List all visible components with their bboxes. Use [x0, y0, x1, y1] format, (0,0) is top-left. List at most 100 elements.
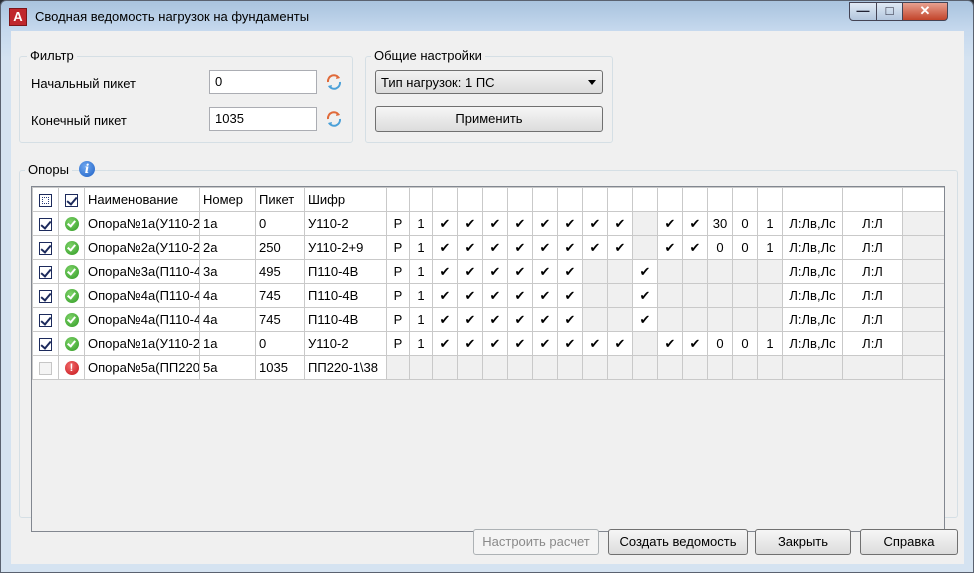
table-cell[interactable]: Р — [386, 331, 410, 356]
table-cell[interactable] — [657, 307, 683, 332]
row-checkbox[interactable] — [39, 218, 52, 232]
table-cell[interactable] — [532, 355, 558, 380]
table-cell[interactable] — [582, 355, 608, 380]
check-mark-cell[interactable]: ✔ — [482, 331, 508, 356]
check-mark-cell[interactable]: ✔ — [582, 235, 608, 260]
refresh-icon[interactable] — [325, 73, 343, 91]
table-cell[interactable] — [482, 355, 508, 380]
cell-picket[interactable]: 1035 — [255, 355, 305, 380]
table-cell[interactable] — [607, 355, 633, 380]
table-cell[interactable] — [757, 259, 783, 284]
cell-picket[interactable]: 745 — [255, 307, 305, 332]
check-mark-cell[interactable]: ✔ — [432, 259, 458, 284]
table-cell[interactable] — [782, 355, 843, 380]
status-header[interactable] — [58, 187, 85, 212]
check-mark-cell[interactable]: ✔ — [607, 235, 633, 260]
check-mark-cell[interactable]: ✔ — [582, 211, 608, 236]
check-mark-cell[interactable]: ✔ — [632, 307, 658, 332]
check-mark-cell[interactable]: ✔ — [457, 259, 483, 284]
cell-number[interactable]: 4а — [199, 283, 256, 308]
check-mark-cell[interactable]: ✔ — [432, 331, 458, 356]
table-cell[interactable]: 30 — [707, 211, 733, 236]
table-cell[interactable]: Л:Л — [842, 211, 903, 236]
table-cell[interactable]: Л:Лв,Лс — [782, 307, 843, 332]
refresh-icon[interactable] — [325, 110, 343, 128]
cell-code[interactable]: У110-2 — [304, 331, 387, 356]
cell-number[interactable]: 2а — [199, 235, 256, 260]
cell-number[interactable]: 1а — [199, 331, 256, 356]
table-cell[interactable] — [632, 235, 658, 260]
check-mark-cell[interactable]: ✔ — [482, 235, 508, 260]
check-mark-cell[interactable]: ✔ — [557, 235, 583, 260]
check-mark-cell[interactable]: ✔ — [682, 235, 708, 260]
help-button[interactable]: Справка — [860, 529, 958, 555]
column-header-code[interactable]: Шифр — [304, 187, 387, 212]
cell-code[interactable]: П110-4В — [304, 259, 387, 284]
cell-code[interactable]: П110-4В — [304, 307, 387, 332]
check-mark-cell[interactable]: ✔ — [457, 235, 483, 260]
check-mark-cell[interactable]: ✔ — [432, 283, 458, 308]
check-mark-cell[interactable]: ✔ — [482, 283, 508, 308]
check-mark-cell[interactable]: ✔ — [507, 307, 533, 332]
table-cell[interactable] — [386, 355, 410, 380]
check-mark-cell[interactable]: ✔ — [482, 307, 508, 332]
table-row[interactable]: Опора№3а(П110-4В)3а495П110-4ВР1✔✔✔✔✔✔✔Л:… — [32, 259, 944, 284]
table-cell[interactable] — [902, 355, 944, 380]
start-picket-input[interactable]: 0 — [209, 70, 317, 94]
table-cell[interactable] — [657, 259, 683, 284]
check-mark-cell[interactable]: ✔ — [532, 283, 558, 308]
cell-name[interactable]: Опора№5а(ПП220-1\38) — [84, 355, 200, 380]
table-cell[interactable] — [632, 211, 658, 236]
table-cell[interactable]: Р — [386, 259, 410, 284]
table-row[interactable]: Опора№1а(У110-2) 1а 0 У110-2 Р 1 ✔ ✔ ✔ ✔ ✔ ✔ ✔ ✔ ✔ ✔ 30 0… — [32, 211, 944, 236]
check-mark-cell[interactable]: ✔ — [457, 307, 483, 332]
row-checkbox[interactable] — [39, 314, 52, 328]
check-mark-cell[interactable]: ✔ — [457, 211, 483, 236]
check-mark-cell[interactable]: ✔ — [507, 235, 533, 260]
table-cell[interactable] — [557, 355, 583, 380]
table-cell[interactable] — [842, 355, 903, 380]
check-mark-cell[interactable]: ✔ — [657, 211, 683, 236]
cell-name[interactable]: Опора№3а(П110-4В) — [84, 259, 200, 284]
table-cell[interactable] — [707, 307, 733, 332]
table-cell[interactable]: 0 — [732, 235, 758, 260]
table-cell[interactable] — [582, 259, 608, 284]
check-mark-cell[interactable]: ✔ — [457, 283, 483, 308]
cell-code[interactable]: П110-4В — [304, 283, 387, 308]
table-cell[interactable] — [707, 355, 733, 380]
cell-name[interactable]: Опора№4а(П110-4В) — [84, 307, 200, 332]
table-cell[interactable]: Л:Л — [842, 331, 903, 356]
select-all-header[interactable] — [32, 187, 59, 212]
column-header-number[interactable]: Номер — [199, 187, 256, 212]
table-cell[interactable] — [902, 283, 944, 308]
row-select-cell[interactable] — [32, 283, 59, 308]
table-cell[interactable]: 0 — [707, 331, 733, 356]
table-cell[interactable]: 0 — [732, 211, 758, 236]
check-mark-cell[interactable]: ✔ — [532, 235, 558, 260]
check-mark-cell[interactable]: ✔ — [682, 211, 708, 236]
cell-picket[interactable]: 495 — [255, 259, 305, 284]
table-cell[interactable]: 1 — [409, 235, 433, 260]
cell-number[interactable]: 1а — [199, 211, 256, 236]
table-cell[interactable] — [657, 355, 683, 380]
check-mark-cell[interactable]: ✔ — [557, 307, 583, 332]
row-checkbox[interactable] — [39, 242, 52, 256]
table-cell[interactable] — [409, 355, 433, 380]
table-cell[interactable]: Л:Лв,Лс — [782, 235, 843, 260]
table-cell[interactable] — [432, 355, 458, 380]
table-cell[interactable] — [902, 211, 944, 236]
check-mark-cell[interactable]: ✔ — [557, 283, 583, 308]
configure-calculation-button[interactable]: Настроить расчет — [473, 529, 599, 555]
table-cell[interactable]: 1 — [757, 211, 783, 236]
column-header-picket[interactable]: Пикет — [255, 187, 305, 212]
table-cell[interactable] — [732, 283, 758, 308]
row-checkbox[interactable] — [39, 290, 52, 304]
cell-name[interactable]: Опора№1а(У110-2) — [84, 211, 200, 236]
table-cell[interactable]: Р — [386, 283, 410, 308]
table-row[interactable]: ! Опора№5а(ПП220-1\38)5а1035ПП220-1\38 — [32, 355, 944, 380]
table-cell[interactable] — [607, 259, 633, 284]
check-mark-cell[interactable]: ✔ — [507, 259, 533, 284]
table-row[interactable]: Опора№1а(У110-2) 1а 0 У110-2 Р 1 ✔ ✔ ✔ ✔ ✔ ✔ ✔ ✔ ✔ ✔ 0 0 1… — [32, 331, 944, 356]
cell-code[interactable]: ПП220-1\38 — [304, 355, 387, 380]
table-cell[interactable]: Л:Лв,Лс — [782, 283, 843, 308]
